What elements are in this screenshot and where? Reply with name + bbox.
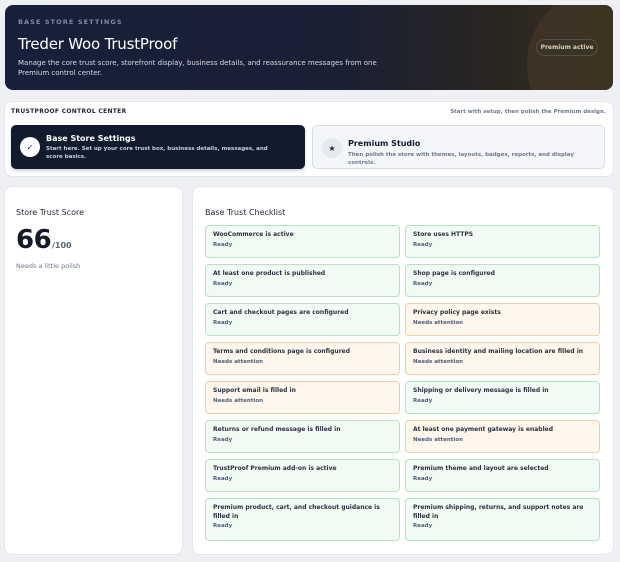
checklist-item-label: Shipping or delivery message is filled i… — [413, 387, 549, 394]
checklist-item: Premium product, cart, and checkout guid… — [205, 498, 400, 541]
store-trust-score-card: Store Trust Score 66 /100 Needs a little… — [5, 187, 182, 554]
checklist-item-label: Premium product, cart, and checkout guid… — [213, 504, 380, 520]
checklist-title: Base Trust Checklist — [205, 208, 286, 217]
star-icon: ★ — [322, 138, 342, 158]
checklist-item: TrustProof Premium add-on is active Ready — [205, 459, 400, 492]
checklist-item-status: Ready — [413, 523, 433, 529]
checklist-item-status: Ready — [413, 397, 433, 404]
checklist-item-status: Needs attention — [413, 358, 464, 365]
checklist-item-status: Ready — [413, 475, 433, 482]
checklist-item-label: Terms and conditions page is configured — [213, 348, 351, 355]
checklist-item-status: Ready — [213, 436, 233, 443]
checklist-item-status: Needs attention — [213, 358, 264, 365]
checklist-item-label: Shop page is configured — [413, 270, 495, 277]
checklist-item-label: Support email is filled in — [213, 387, 296, 394]
checklist-item: Support email is filled in Needs attentio… — [205, 381, 400, 414]
score-title: Store Trust Score — [16, 208, 85, 217]
hero-description: Manage the core trust score, storefront … — [18, 59, 377, 77]
checklist-item-status: Ready — [413, 241, 433, 248]
checklist-item-label: Store uses HTTPS — [413, 231, 474, 238]
base-store-settings-tab[interactable]: ✓ Base Store Settings Start here. Set up… — [11, 125, 305, 169]
checklist-item: Cart and checkout pages are configured Re… — [205, 303, 400, 336]
base-store-settings-description: Start here. Set up your core trust box, … — [46, 146, 268, 160]
checklist-item-status: Needs attention — [413, 436, 464, 443]
checklist-item-label: Privacy policy page exists — [413, 309, 501, 316]
checklist-item-status: Ready — [213, 523, 233, 529]
score-value: 66 — [16, 225, 52, 255]
checklist-item-label: TrustProof Premium add-on is active — [213, 465, 337, 472]
checklist-item-status: Ready — [213, 319, 233, 326]
base-trust-checklist: Base Trust Checklist WooCommerce is acti… — [193, 187, 613, 554]
checklist-item: Business identity and mailing location a… — [405, 342, 600, 375]
checklist-item: Shop page is configured Ready — [405, 264, 600, 297]
checklist-item-label: At least one payment gateway is enabled — [413, 426, 553, 433]
checklist-item: Premium theme and layout are selected Rea… — [405, 459, 600, 492]
checklist-item-label: Cart and checkout pages are configured — [213, 309, 349, 316]
checklist-item-label: WooCommerce is active — [213, 231, 294, 238]
checklist-item-label: Premium shipping, returns, and support n… — [413, 504, 584, 520]
control-center-title: TRUSTPROOF CONTROL CENTER — [11, 108, 127, 115]
checklist-item-status: Ready — [213, 280, 233, 287]
checklist-item-label: Business identity and mailing location a… — [413, 348, 584, 355]
checklist-item: WooCommerce is active Ready — [205, 225, 400, 258]
control-center-hint: Start with setup, then polish the Premiu… — [450, 109, 606, 115]
premium-studio-label: Premium Studio — [348, 139, 421, 148]
checklist-item: Shipping or delivery message is filled i… — [405, 381, 600, 414]
check-icon: ✓ — [20, 137, 40, 157]
score-max: /100 — [52, 241, 72, 250]
control-center: TRUSTPROOF CONTROL CENTER Start with set… — [5, 102, 613, 176]
premium-studio-tab[interactable]: ★ Premium Studio Then polish the store w… — [312, 125, 605, 169]
checklist-item-label: Returns or refund message is filled in — [213, 426, 341, 433]
checklist-item: At least one product is published Ready — [205, 264, 400, 297]
hero-kicker: BASE STORE SETTINGS — [18, 18, 123, 26]
checklist-item: Store uses HTTPS Ready — [405, 225, 600, 258]
checklist-item: Returns or refund message is filled in Re… — [205, 420, 400, 453]
checklist-item-label: Premium theme and layout are selected — [413, 465, 549, 472]
hero-banner: BASE STORE SETTINGS Treder Woo TrustProo… — [5, 5, 613, 90]
checklist-item: Premium shipping, returns, and support n… — [405, 498, 600, 541]
score-note: Needs a little polish — [16, 262, 81, 270]
checklist-item-status: Ready — [213, 241, 233, 248]
checklist-item: Terms and conditions page is configured N… — [205, 342, 400, 375]
checklist-item-status: Needs attention — [413, 319, 464, 326]
checklist-item: At least one payment gateway is enabled N… — [405, 420, 600, 453]
checklist-item: Privacy policy page exists Needs attentio… — [405, 303, 600, 336]
premium-status-badge: Premium active — [536, 39, 598, 56]
checklist-item-status: Ready — [213, 475, 233, 482]
base-store-settings-label: Base Store Settings — [46, 134, 136, 143]
checklist-item-status: Needs attention — [213, 397, 264, 404]
checklist-item-label: At least one product is published — [213, 270, 326, 277]
premium-studio-description: Then polish the store with themes, layou… — [348, 152, 574, 166]
page-title: Treder Woo TrustProof — [18, 35, 178, 53]
checklist-item-status: Ready — [413, 280, 433, 287]
